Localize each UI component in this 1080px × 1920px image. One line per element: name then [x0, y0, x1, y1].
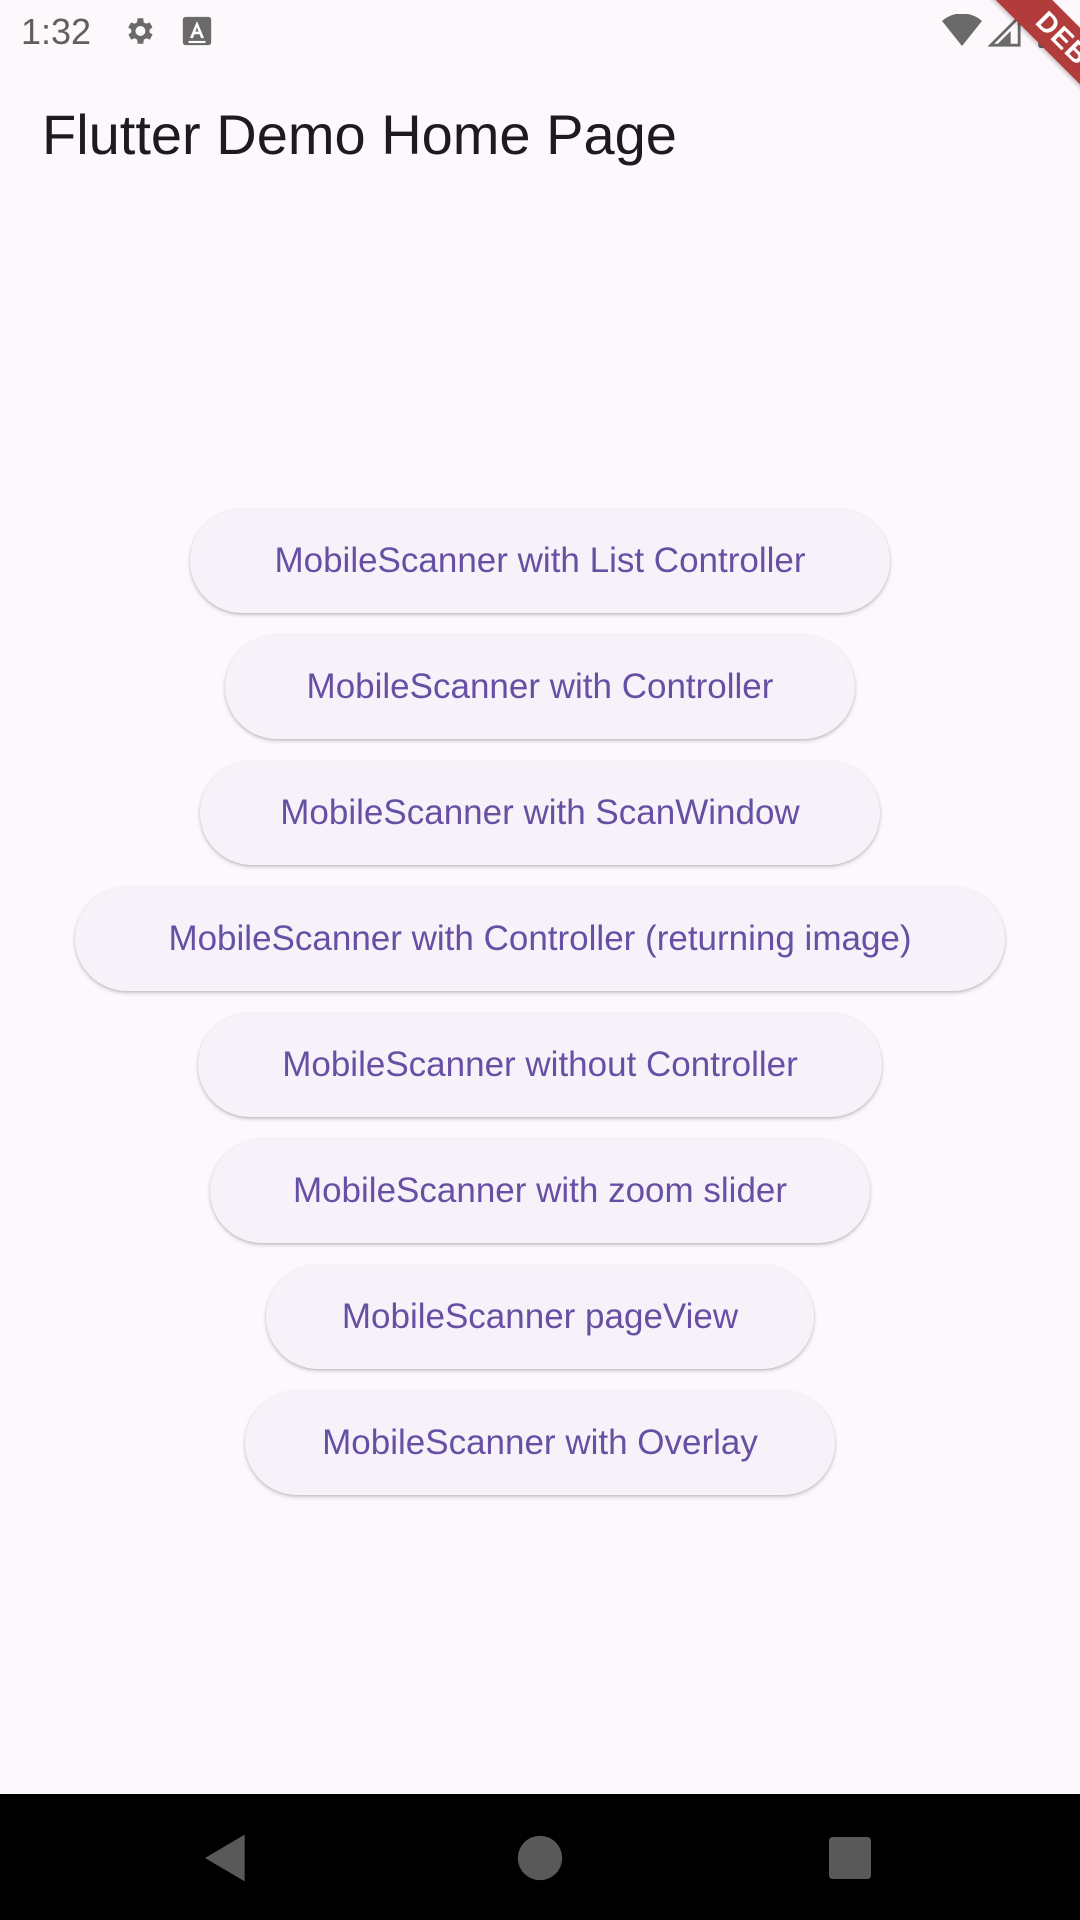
controller-button[interactable]: MobileScanner with Controller: [225, 635, 855, 739]
page-view-button[interactable]: MobileScanner pageView: [266, 1265, 814, 1369]
status-time: 1:32: [21, 11, 92, 52]
gear-icon: [122, 14, 156, 48]
controller-returning-image-button[interactable]: MobileScanner with Controller (returning…: [75, 887, 1005, 991]
scan-window-button[interactable]: MobileScanner with ScanWindow: [200, 761, 880, 865]
navigation-bar: [0, 1794, 1080, 1920]
text-input-icon: [180, 14, 214, 48]
zoom-slider-button[interactable]: MobileScanner with zoom slider: [210, 1139, 870, 1243]
back-icon[interactable]: [198, 1830, 254, 1886]
overlay-button[interactable]: MobileScanner with Overlay: [245, 1391, 835, 1495]
list-controller-button[interactable]: MobileScanner with List Controller: [190, 509, 890, 613]
status-bar: 1:32: [0, 0, 1080, 63]
debug-banner: DEBUG: [971, 0, 1080, 160]
without-controller-button[interactable]: MobileScanner without Controller: [198, 1013, 882, 1117]
home-icon[interactable]: [512, 1830, 568, 1886]
page-title: Flutter Demo Home Page: [42, 103, 677, 166]
debug-banner-container: DEBUG: [920, 0, 1080, 160]
recents-icon[interactable]: [822, 1830, 878, 1886]
